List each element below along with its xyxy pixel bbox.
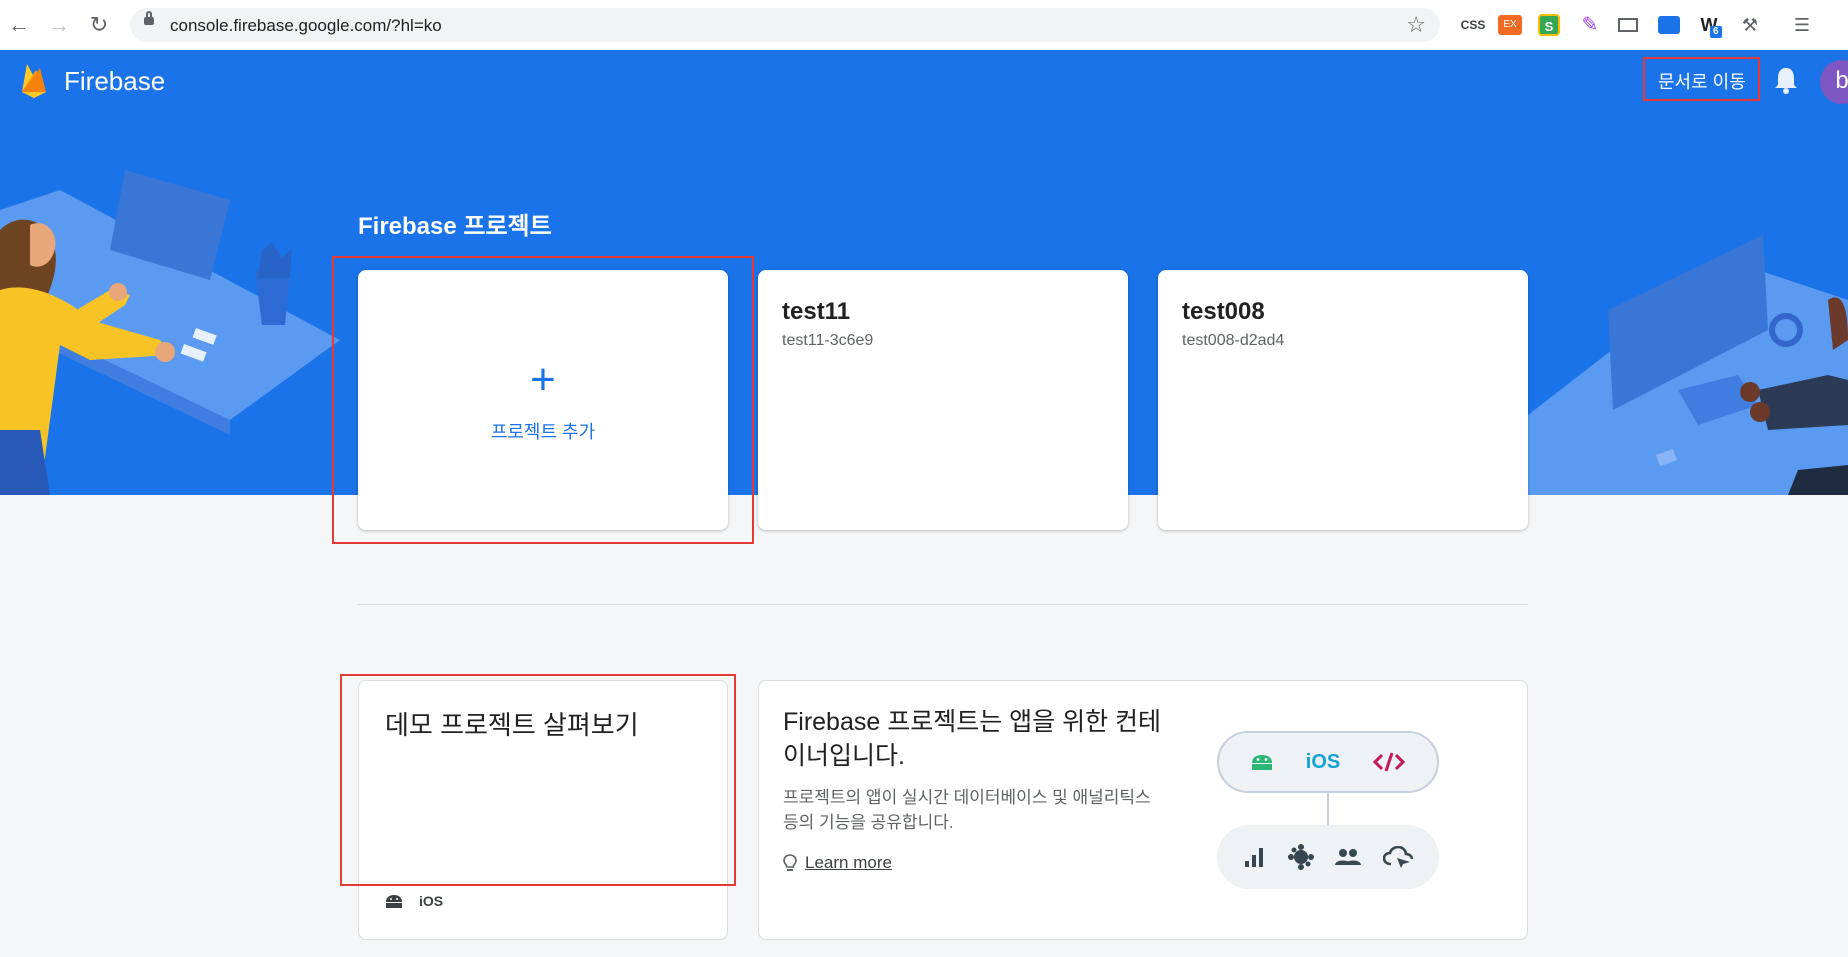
project-id: test11-3c6e9: [782, 332, 874, 349]
demo-project-highlight: [340, 674, 736, 886]
platforms-pill: iOS: [1217, 731, 1439, 793]
lock-icon: [144, 11, 154, 25]
section-divider: [358, 604, 1528, 605]
info-card: Firebase 프로젝트는 앱을 위한 컨테이너입니다. 프로젝트의 앱이 실…: [758, 680, 1528, 940]
w-extension-badge: 6: [1710, 26, 1722, 38]
box-extension-icon[interactable]: [1618, 18, 1638, 32]
firebase-brand[interactable]: Firebase: [64, 66, 165, 97]
project-name: test008: [1182, 298, 1265, 325]
dark-extension-icon[interactable]: [1658, 16, 1680, 34]
add-project-highlight: [332, 256, 754, 544]
notifications-bell-icon[interactable]: [1774, 66, 1798, 94]
crashlytics-icon: [1287, 844, 1314, 870]
demo-platforms: iOS: [385, 893, 443, 909]
android-icon: [386, 895, 402, 908]
info-title: Firebase 프로젝트는 앱을 위한 컨테이너입니다.: [783, 708, 1162, 770]
page-title: Firebase 프로젝트: [358, 213, 552, 240]
web-code-icon: [1372, 752, 1405, 772]
pen-extension-icon[interactable]: ✎: [1578, 12, 1602, 38]
features-pill: [1217, 825, 1439, 889]
lightbulb-icon: [783, 854, 797, 871]
ex-extension-icon[interactable]: EX: [1498, 15, 1522, 35]
project-card-test008[interactable]: test008 test008-d2ad4: [1158, 270, 1528, 530]
pill-connector: [1327, 793, 1329, 825]
learn-more-text[interactable]: Learn more: [805, 853, 892, 873]
project-id: test008-d2ad4: [1182, 332, 1285, 349]
analytics-icon: [1245, 848, 1264, 867]
reload-icon[interactable]: ↻: [86, 12, 112, 38]
hosting-cloud-icon: [1382, 846, 1413, 868]
project-card-test11[interactable]: test11 test11-3c6e9: [758, 270, 1128, 530]
browser-chrome: ← → ↻ console.firebase.google.com/?hl=ko…: [0, 0, 1848, 51]
ios-label: iOS: [419, 893, 444, 909]
info-description: 프로젝트의 앱이 실시간 데이터베이스 및 애널리틱스 등의 기능을 공유합니다…: [783, 788, 1151, 832]
ios-icon: iOS: [1305, 750, 1341, 773]
audience-icon: [1335, 849, 1362, 865]
firebase-logo-icon[interactable]: [20, 62, 48, 100]
account-avatar[interactable]: b: [1820, 60, 1848, 104]
back-icon[interactable]: ←: [6, 12, 32, 38]
project-name: test11: [782, 298, 851, 325]
bookmark-star-icon[interactable]: ☆: [1406, 12, 1426, 38]
paint-extension-icon[interactable]: ⚒: [1738, 12, 1762, 38]
playlist-extension-icon[interactable]: ☰: [1790, 12, 1814, 38]
w-extension-icon[interactable]: W6: [1696, 12, 1722, 38]
forward-icon[interactable]: →: [46, 12, 72, 38]
address-bar[interactable]: console.firebase.google.com/?hl=ko ☆: [130, 8, 1440, 42]
android-icon: [1252, 755, 1273, 770]
s-extension-icon[interactable]: S: [1538, 14, 1560, 36]
docs-link-highlight: [1643, 57, 1760, 101]
url-text: console.firebase.google.com/?hl=ko: [170, 16, 442, 35]
learn-more-link[interactable]: Learn more: [783, 853, 892, 873]
right-desk-illustration: [1528, 235, 1848, 495]
css-extension-icon[interactable]: CSS: [1458, 12, 1488, 38]
left-desk-illustration: [0, 170, 340, 495]
